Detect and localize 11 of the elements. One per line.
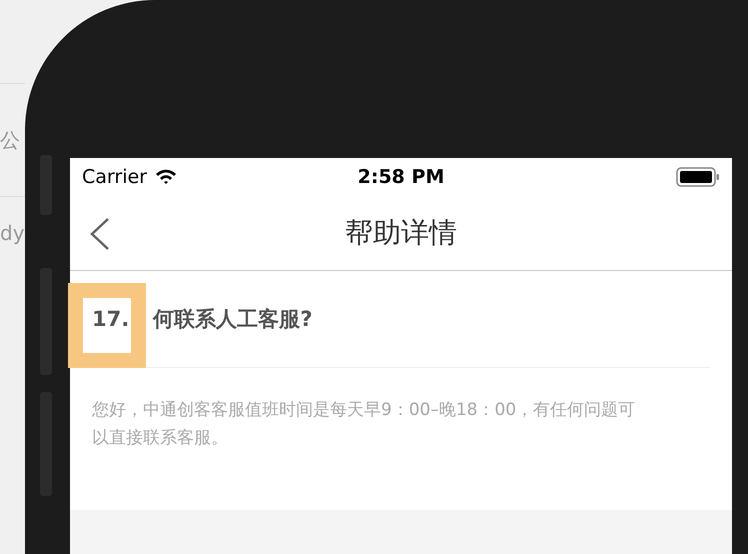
answer-text: 您好，中通创客客服值班时间是每天早9：00–晚18：00，有任何问题可以直接联系客服。 [92, 399, 636, 450]
question-number: 17. [92, 307, 130, 331]
carrier-label: Carrier [82, 166, 147, 188]
battery-icon [676, 166, 720, 186]
background-text: 公 [0, 126, 20, 154]
page-title: 帮助详情 [345, 214, 457, 250]
back-icon[interactable] [88, 217, 110, 251]
wifi-icon [154, 168, 177, 184]
background-text: dy [0, 221, 25, 245]
status-time: 2:58 PM [358, 166, 444, 188]
question-title: 何联系人工客服? [153, 306, 312, 333]
